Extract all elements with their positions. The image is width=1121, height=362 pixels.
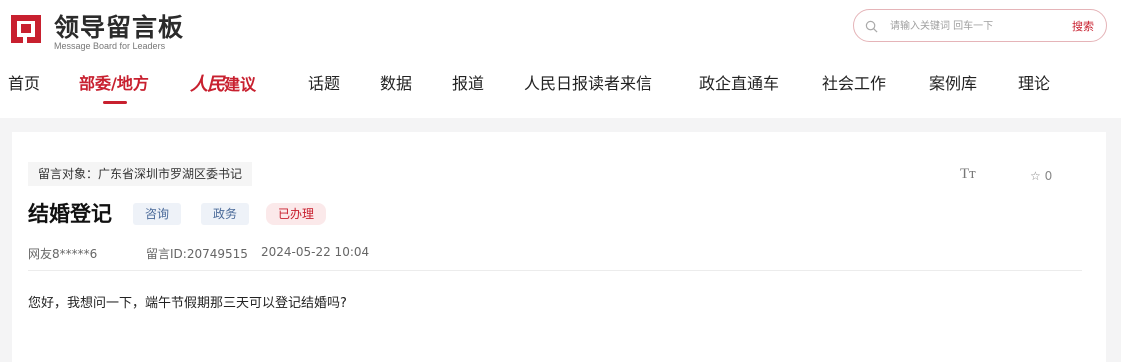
nav-social-work[interactable]: 社会工作 xyxy=(822,70,886,94)
nav-reports[interactable]: 报道 xyxy=(452,70,484,94)
status-badge: 已办理 xyxy=(266,203,327,225)
nav-topics[interactable]: 话题 xyxy=(308,70,340,94)
nav-case-library[interactable]: 案例库 xyxy=(929,70,977,94)
message-title: 结婚登记 xyxy=(28,202,112,226)
site-title: 领导留言板 xyxy=(54,13,185,42)
main-nav: 首页 部委/地方 人民建议 话题 数据 报道 人民日报读者来信 政企直通车 社会… xyxy=(0,70,1121,100)
nav-renmin-label: 建议 xyxy=(224,75,257,94)
divider xyxy=(28,270,1082,271)
search-input[interactable] xyxy=(890,16,1050,36)
message-id: 留言ID:20749515 xyxy=(146,247,248,261)
nav-active-indicator xyxy=(103,101,127,104)
nav-data[interactable]: 数据 xyxy=(380,70,412,94)
favorite-button[interactable]: ☆ 0 xyxy=(1030,169,1052,183)
search-box: 搜索 xyxy=(853,9,1107,42)
message-content: 您好，我想问一下，端午节假期那三天可以登记结婚吗? xyxy=(28,296,347,311)
nav-renmin-logo-text: 人民 xyxy=(190,74,225,95)
star-outline-icon: ☆ xyxy=(1030,169,1041,183)
message-datetime: 2024-05-22 10:04 xyxy=(261,245,370,259)
favorite-count: 0 xyxy=(1044,169,1053,183)
logo-mark-icon xyxy=(11,15,41,43)
tag-consult: 咨询 xyxy=(133,203,182,225)
nav-theory[interactable]: 理论 xyxy=(1018,70,1050,94)
tag-government: 政务 xyxy=(201,203,250,225)
nav-readers-letters[interactable]: 人民日报读者来信 xyxy=(524,70,652,94)
message-user: 网友8*****6 xyxy=(28,247,98,261)
nav-renmin-suggestion[interactable]: 人民建议 xyxy=(190,70,256,96)
nav-gov-enterprise[interactable]: 政企直通车 xyxy=(699,70,779,94)
nav-home[interactable]: 首页 xyxy=(8,70,40,94)
message-card: 留言对象：广东省深圳市罗湖区委书记 Tт ☆ 0 结婚登记 咨询 政务 已办理 … xyxy=(12,132,1106,362)
nav-ministries-local[interactable]: 部委/地方 xyxy=(79,70,149,94)
message-target: 留言对象：广东省深圳市罗湖区委书记 xyxy=(28,162,253,186)
site-subtitle: Message Board for Leaders xyxy=(54,41,166,51)
site-header: 领导留言板 Message Board for Leaders 搜索 首页 部委… xyxy=(0,0,1121,118)
font-size-icon[interactable]: Tт xyxy=(960,166,976,183)
search-button[interactable]: 搜索 xyxy=(1072,18,1094,34)
search-icon xyxy=(865,20,878,33)
